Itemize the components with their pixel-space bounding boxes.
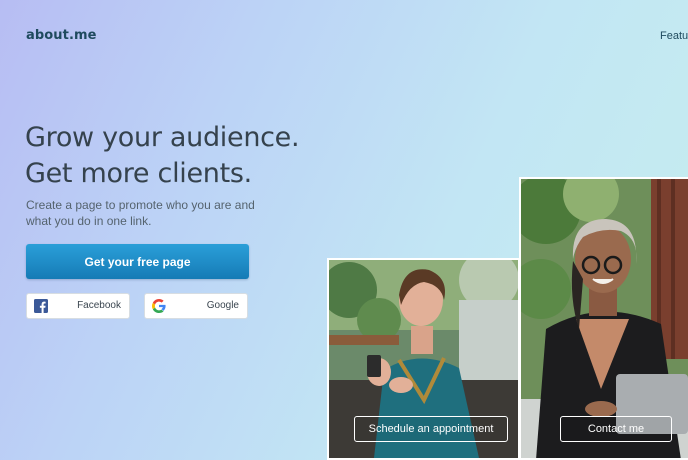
hero-subtitle: Create a page to promote who you are and… bbox=[26, 198, 255, 228]
hero-headline: Grow your audience. Get more clients. bbox=[25, 120, 300, 192]
headline-line-2: Get more clients. bbox=[25, 158, 252, 189]
schedule-appointment-button[interactable]: Schedule an appointment bbox=[354, 416, 508, 442]
facebook-signup-button[interactable]: Facebook bbox=[26, 293, 130, 319]
google-signup-button[interactable]: Google bbox=[144, 293, 248, 319]
facebook-label: Facebook bbox=[77, 300, 121, 311]
nav-link-features[interactable]: Featu bbox=[660, 30, 688, 42]
get-free-page-button[interactable]: Get your free page bbox=[26, 244, 249, 279]
facebook-icon bbox=[34, 299, 48, 313]
headline-line-1: Grow your audience. bbox=[25, 122, 300, 153]
google-icon bbox=[152, 299, 166, 313]
contact-me-button[interactable]: Contact me bbox=[560, 416, 672, 442]
logo[interactable]: about.me bbox=[26, 28, 97, 43]
google-label: Google bbox=[206, 300, 239, 311]
